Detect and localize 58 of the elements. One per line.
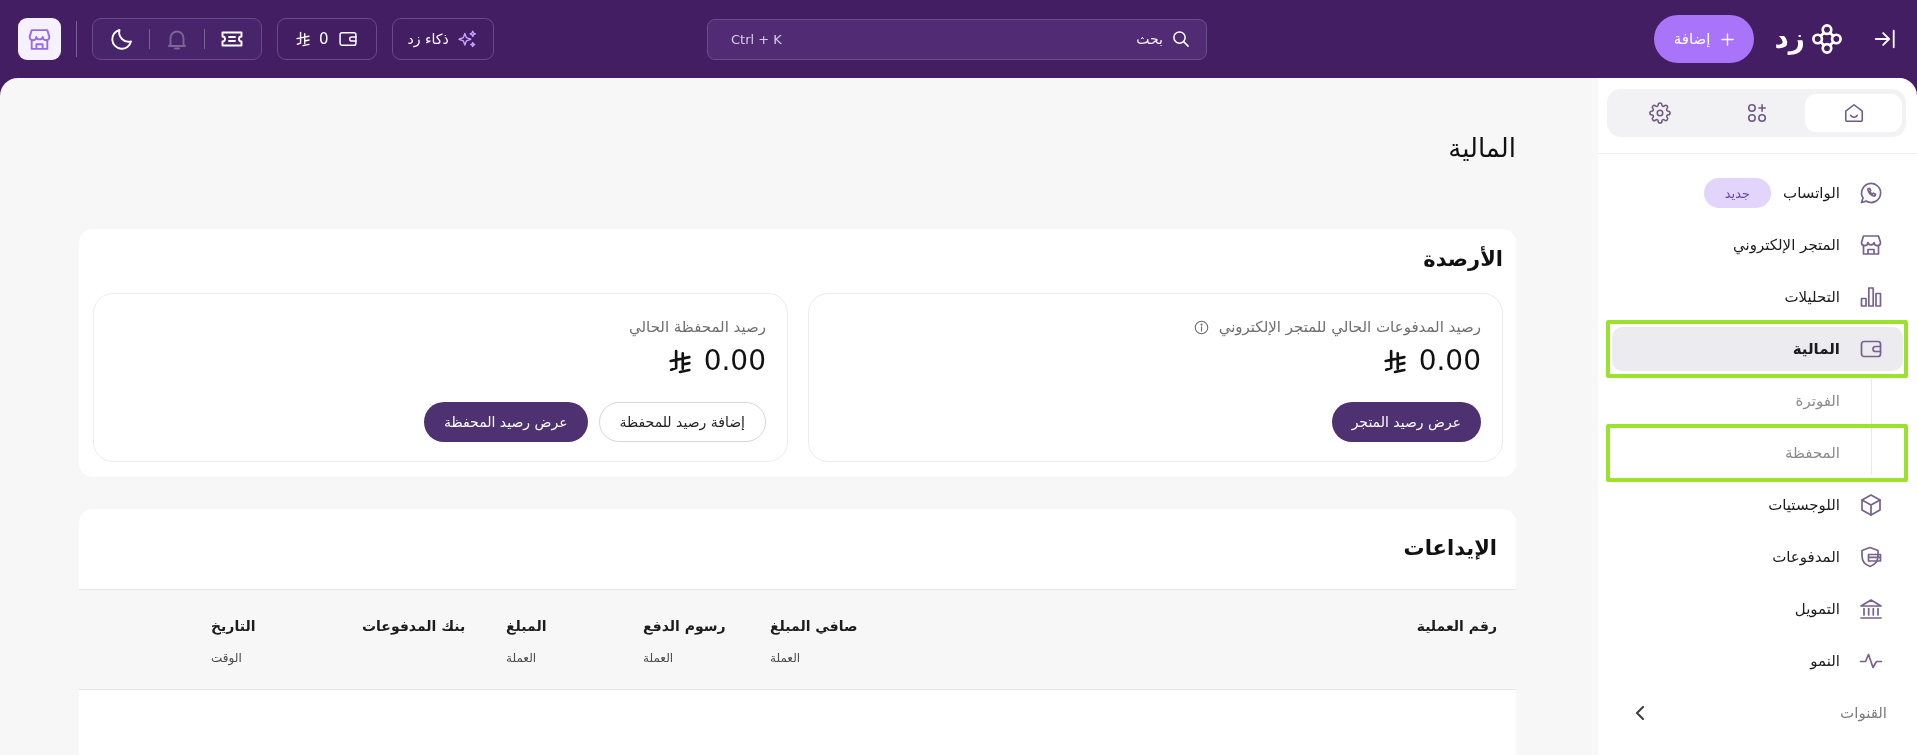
moon-icon[interactable]: [110, 27, 134, 51]
shield-card-icon: [1859, 545, 1883, 569]
column-header: رسوم الدفع: [643, 617, 726, 637]
apps-icon: [1745, 102, 1768, 124]
sidebar-item[interactable]: التحليلات: [1612, 275, 1903, 319]
store-icon: [1859, 233, 1883, 257]
column-subheader: الوقت: [211, 650, 242, 667]
column-subheader: العملة: [506, 650, 537, 667]
sidebar-item[interactable]: اللوجستيات: [1612, 483, 1903, 527]
page-title: المالية: [1447, 132, 1516, 165]
sidebar-item[interactable]: المدفوعات: [1612, 535, 1903, 579]
store-icon[interactable]: [18, 18, 61, 60]
shortcut-hint: Ctrl + K: [731, 30, 782, 48]
column-header: المبلغ: [506, 617, 547, 637]
balance-amount: 0.00: [703, 343, 766, 379]
sidebar-item[interactable]: المالية: [1612, 327, 1903, 371]
home-icon: [1842, 102, 1865, 124]
column-header: رقم العملية: [1416, 617, 1497, 636]
section-header[interactable]: القنوات: [1612, 691, 1903, 735]
search-icon: [1172, 29, 1190, 48]
column-header: التاريخ: [211, 617, 256, 637]
settings-icon: [1648, 102, 1671, 124]
section-title: الإيداعات: [1402, 535, 1498, 562]
sidebar-subitem[interactable]: الفوترة: [1612, 379, 1903, 423]
riyal-sign-icon: [668, 348, 691, 374]
bar-chart-icon: [1859, 285, 1883, 309]
primary-button[interactable]: عرض رصيد المحفظة: [424, 402, 588, 442]
balance-label: رصيد المحفظة الحالي: [629, 317, 766, 337]
sidebar-item[interactable]: التمويل: [1612, 587, 1903, 631]
new-badge: جديد: [1703, 178, 1772, 208]
balance-amount: 0.00: [1418, 343, 1481, 379]
wallet-button[interactable]: 0: [277, 18, 377, 60]
plus-icon: [1719, 31, 1735, 47]
sidebar-subitem[interactable]: المحفظة: [1612, 431, 1903, 475]
column-header: بنك المدفوعات: [362, 617, 466, 637]
sparkle-icon: [456, 28, 478, 50]
ai-button[interactable]: ذكاء زد: [391, 18, 494, 60]
wallet-icon: [337, 29, 358, 49]
column-subheader: العملة: [770, 650, 801, 667]
logo-icon: [1811, 23, 1843, 55]
column-subheader: العملة: [643, 650, 674, 667]
outline-button[interactable]: إضافة رصيد للمحفظة: [598, 402, 766, 442]
arrow-to-line-icon[interactable]: [1874, 28, 1896, 50]
primary-button[interactable]: عرض رصيد المتجر: [1331, 402, 1481, 442]
bank-icon: [1859, 597, 1883, 621]
box-icon: [1859, 493, 1883, 517]
column-header: صافي المبلغ: [770, 617, 858, 637]
balance-label: رصيد المدفوعات الحالي للمتجر الإلكتروني: [1218, 317, 1481, 337]
riyal-sign-icon: [296, 31, 310, 47]
chat-bubble-icon: [1859, 181, 1883, 205]
section-title: الأرصدة: [1422, 245, 1503, 273]
info-icon[interactable]: [1193, 319, 1209, 335]
sidebar-item[interactable]: الواتساب جديد: [1612, 171, 1903, 215]
riyal-sign-icon: [1383, 348, 1406, 374]
sidebar-tab[interactable]: [1805, 94, 1902, 132]
sidebar-item[interactable]: النمو: [1612, 639, 1903, 683]
brand-name: زد: [1774, 25, 1805, 53]
sidebar-item[interactable]: المتجر الإلكتروني: [1612, 223, 1903, 267]
